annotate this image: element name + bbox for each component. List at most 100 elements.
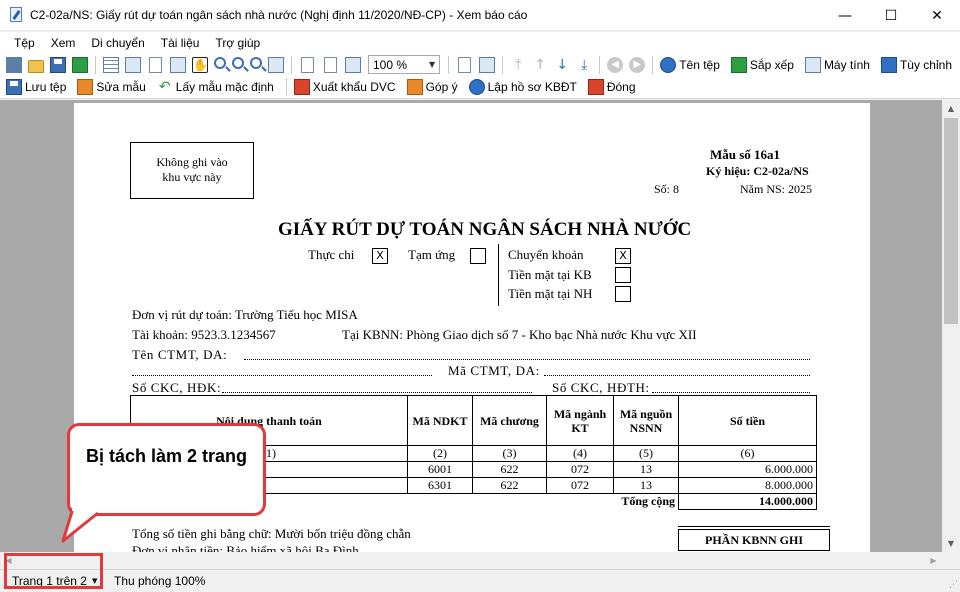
- advance-label: Tạm ứng: [408, 247, 456, 262]
- separator: [599, 55, 601, 74]
- previous-page-icon[interactable]: ↑: [532, 57, 548, 73]
- amount-in-words: Tổng số tiền ghi bằng chữ: Mười bốn triệ…: [132, 526, 411, 541]
- menu-help[interactable]: Trợ giúp: [207, 36, 268, 50]
- ckc-hdth-label: Số CKC, HĐTH:: [552, 380, 650, 395]
- form-symbol: Ký hiệu: C2-02a/NS: [706, 164, 809, 178]
- sort-button[interactable]: Sắp xếp: [728, 56, 794, 73]
- cash-nh-label: Tiền mặt tại NH: [508, 286, 593, 301]
- last-page-icon[interactable]: ⤓: [576, 57, 592, 73]
- first-page-icon[interactable]: ⤒: [510, 57, 526, 73]
- table-cell: 622: [472, 461, 547, 478]
- zoom-select[interactable]: 100 % ▼: [368, 55, 441, 74]
- withdrawing-unit: Đơn vị rút dự toán: Trường Tiểu học MISA: [132, 307, 358, 322]
- menu-navigate[interactable]: Di chuyển: [83, 36, 152, 50]
- title-bar: C2-02a/NS: Giấy rút dự toán ngân sách nh…: [0, 0, 960, 31]
- total-value: 14.000.000: [678, 493, 817, 510]
- advance-checkbox: [470, 248, 486, 264]
- forward-icon[interactable]: ▶: [629, 56, 646, 73]
- table-cell: 622: [472, 477, 547, 494]
- actual-size-icon[interactable]: [345, 56, 361, 73]
- export-dvc-label: Xuất khẩu DVC: [312, 80, 396, 94]
- kbdt-button[interactable]: Lập hồ sơ KBĐT: [466, 79, 577, 95]
- open-folder-icon[interactable]: [28, 59, 44, 73]
- app-icon: [8, 7, 24, 23]
- col-number: (6): [678, 445, 817, 462]
- chevron-down-icon: ▼: [429, 60, 436, 69]
- table-cell: 072: [546, 461, 614, 478]
- table-cell: 13: [613, 461, 679, 478]
- feedback-button[interactable]: Góp ý: [404, 79, 458, 95]
- fit-page-icon[interactable]: [301, 56, 314, 73]
- zoom-value: 100 %: [373, 57, 408, 72]
- table-cell: 6.000.000: [678, 461, 817, 478]
- scroll-up-icon[interactable]: ▲: [942, 100, 960, 117]
- minimize-button[interactable]: —: [822, 0, 868, 31]
- edit-template-label: Sửa mẫu: [96, 80, 146, 94]
- info-icon: [660, 56, 677, 73]
- export-icon[interactable]: [72, 56, 88, 73]
- scroll-corner: [942, 552, 960, 569]
- file-name-button[interactable]: Tên tệp: [657, 56, 720, 73]
- recipient-unit: Đơn vị nhận tiền: Bảo hiểm xã hội Ba Đìn…: [132, 543, 359, 552]
- table-cell: 8.000.000: [678, 477, 817, 494]
- col-number: (5): [613, 445, 679, 462]
- zoom-in-icon[interactable]: [232, 57, 244, 69]
- calculator-button[interactable]: Máy tính: [802, 56, 870, 73]
- zoom-icon[interactable]: [214, 57, 226, 69]
- edit-template-button[interactable]: Sửa mẫu: [74, 79, 146, 95]
- menu-file[interactable]: Tệp: [6, 36, 43, 50]
- back-icon[interactable]: ◀: [607, 56, 624, 73]
- default-template-button[interactable]: ↶ Lấy mẫu mặc định: [154, 79, 274, 95]
- menu-document[interactable]: Tài liệu: [153, 36, 208, 50]
- horizontal-scrollbar[interactable]: ◀ ▶: [0, 552, 942, 569]
- resize-grip-icon[interactable]: ⋰: [949, 580, 958, 590]
- menu-view[interactable]: Xem: [43, 36, 84, 50]
- next-page-icon[interactable]: ↓: [554, 57, 570, 73]
- budget-year: Năm NS: 2025: [740, 182, 812, 196]
- zoom-region-icon[interactable]: [268, 56, 284, 73]
- close-window-button[interactable]: ✕: [914, 0, 960, 31]
- menu-bar: Tệp Xem Di chuyển Tài liệu Trợ giúp: [0, 32, 960, 54]
- callout-tail: [61, 505, 100, 543]
- table-cell: 6001: [407, 461, 473, 478]
- save-icon[interactable]: [50, 56, 66, 73]
- customize-button[interactable]: Tùy chỉnh: [878, 56, 952, 73]
- feedback-label: Góp ý: [425, 80, 458, 94]
- scroll-down-icon[interactable]: ▼: [942, 535, 960, 552]
- two-page-icon[interactable]: [479, 56, 496, 73]
- globe-icon: [468, 79, 485, 95]
- file-name-label: Tên tệp: [679, 57, 720, 72]
- maximize-button[interactable]: ☐: [868, 0, 914, 31]
- scroll-thumb[interactable]: [944, 118, 958, 324]
- kbnn-location: Tại KBNN: Phòng Giao dịch số 7 - Kho bạc…: [342, 327, 697, 342]
- transfer-label: Chuyển khoản: [508, 247, 584, 262]
- customize-icon: [880, 56, 897, 73]
- document-icon[interactable]: [149, 56, 162, 73]
- separator: [448, 55, 450, 74]
- vertical-scrollbar[interactable]: ▲ ▼: [942, 100, 960, 552]
- hand-tool-icon[interactable]: ✋: [192, 56, 208, 73]
- scroll-right-icon[interactable]: ▶: [925, 552, 942, 569]
- close-label: Đóng: [606, 80, 636, 94]
- fit-width-icon[interactable]: [324, 56, 337, 73]
- zoom-out-icon[interactable]: [250, 57, 262, 69]
- actual-spend-checkbox: X: [372, 248, 388, 264]
- page-setup-icon[interactable]: [125, 56, 141, 73]
- annotation-callout: Bị tách làm 2 trang: [67, 423, 266, 516]
- cash-kb-checkbox: [615, 267, 631, 283]
- main-toolbar: ✋ 100 % ▼ ⤒ ↑ ↓ ⤓ ◀ ▶ Tên tệp Sắp xếp Máy…: [0, 53, 960, 76]
- table-icon[interactable]: [103, 56, 119, 73]
- print-icon[interactable]: [6, 56, 22, 73]
- calculator-icon: [804, 56, 821, 73]
- ctmt-name-label: Tên CTMT, DA:: [132, 347, 228, 362]
- single-page-icon[interactable]: [458, 56, 472, 73]
- table-cell: 13: [613, 477, 679, 494]
- header-amount: Số tiền: [678, 395, 817, 446]
- save-file-button[interactable]: Lưu tệp: [3, 79, 66, 95]
- col-number: (2): [407, 445, 473, 462]
- default-template-label: Lấy mẫu mặc định: [175, 80, 274, 94]
- close-button[interactable]: Đóng: [585, 79, 636, 95]
- find-icon[interactable]: [170, 56, 186, 73]
- export-dvc-button[interactable]: Xuất khẩu DVC: [291, 79, 396, 95]
- table-cell: 072: [546, 477, 614, 494]
